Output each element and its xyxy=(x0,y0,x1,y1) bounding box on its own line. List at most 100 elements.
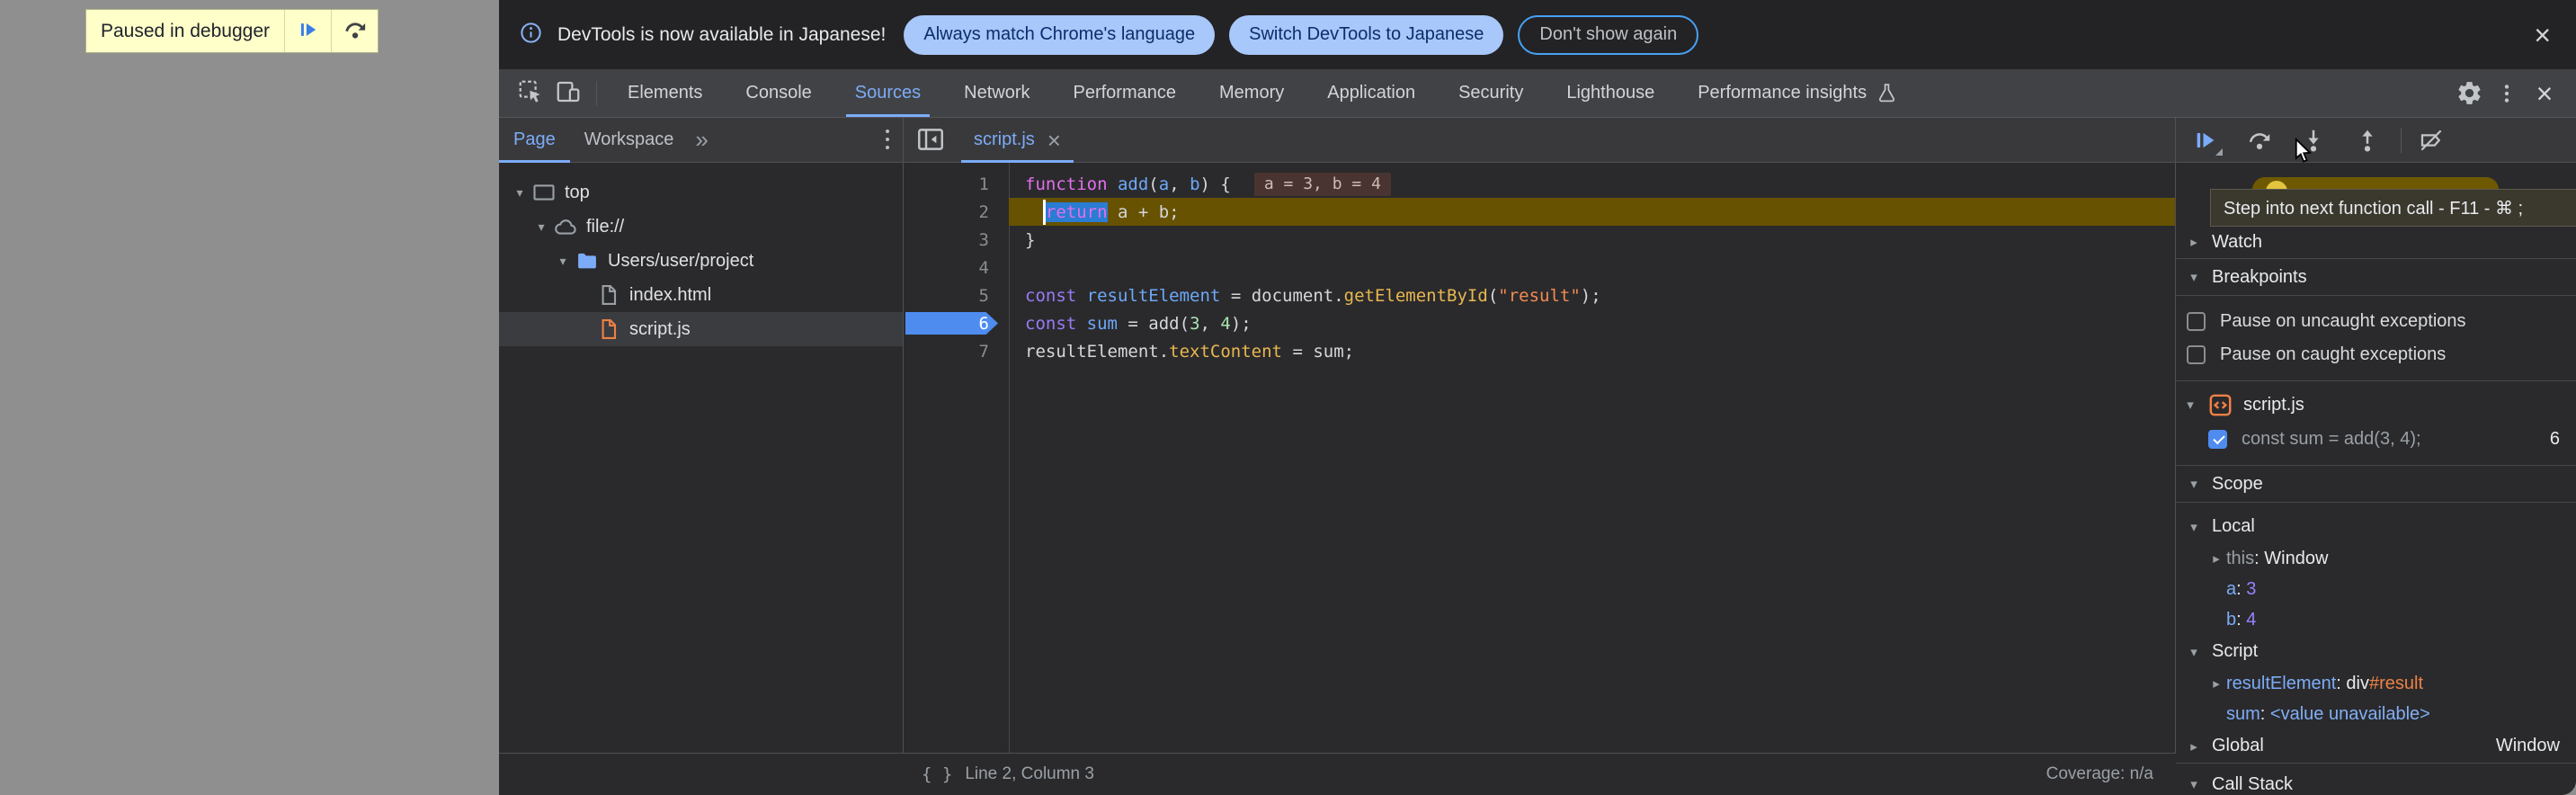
checkbox[interactable] xyxy=(2187,312,2206,331)
devtools-window: DevTools is now available in Japanese! A… xyxy=(499,0,2576,795)
tab-elements[interactable]: Elements xyxy=(619,69,711,117)
toggle-navigator-button[interactable] xyxy=(914,124,947,156)
scope-group-global[interactable]: ▸GlobalWindow xyxy=(2176,729,2576,763)
chevron-right-icon[interactable]: ▸ xyxy=(2206,675,2226,692)
colon: : xyxy=(2336,674,2346,694)
navigator-tab-page[interactable]: Page xyxy=(499,118,570,162)
line-number-gutter[interactable]: 1 xyxy=(904,170,1009,198)
chevron-right-icon: ▸ xyxy=(2187,738,2201,755)
code-line-content: const sum = add(3, 4); xyxy=(1009,309,2175,337)
tab-console[interactable]: Console xyxy=(736,69,820,117)
chevron-right-icon[interactable]: ▸ xyxy=(2206,550,2226,567)
tab-lighthouse[interactable]: Lighthouse xyxy=(1557,69,1663,117)
kebab-button[interactable] xyxy=(2488,76,2526,112)
tab-label: Memory xyxy=(1219,83,1284,103)
step-over-banner-button[interactable] xyxy=(331,10,378,52)
breakpoints-section-header[interactable]: ▾ Breakpoints xyxy=(2176,259,2576,296)
inspect-button[interactable] xyxy=(512,76,549,112)
code-token: ( xyxy=(1148,174,1158,194)
close-tab-icon[interactable]: × xyxy=(1047,129,1061,152)
chevron-down-icon[interactable]: ▾ xyxy=(553,254,573,269)
resume-script-button[interactable] xyxy=(2185,121,2226,160)
editor-status-bar: { } Line 2, Column 3 Coverage: n/a xyxy=(499,753,2176,795)
more-tabs-button[interactable]: » xyxy=(688,126,715,154)
code-token: = add( xyxy=(1118,314,1190,334)
paused-in-debugger-banner: Paused in debugger xyxy=(85,9,379,53)
tree-item-users-user-project[interactable]: ▾Users/user/project xyxy=(499,244,903,278)
scope-variable-resultElement[interactable]: ▸resultElement: div#result xyxy=(2176,668,2576,699)
breakpoint-file-name: script.js xyxy=(2243,395,2304,415)
inspect-icon xyxy=(517,78,544,108)
code-editor[interactable]: 1function add(a, b) {a = 3, b = 42 retur… xyxy=(904,163,2175,753)
line-number-gutter[interactable]: 5 xyxy=(904,281,1009,309)
tree-item-top[interactable]: ▾top xyxy=(499,175,903,210)
tab-application[interactable]: Application xyxy=(1318,69,1424,117)
scope-section-header[interactable]: ▾ Scope xyxy=(2176,465,2576,503)
code-line-5: 5const resultElement = document.getEleme… xyxy=(904,281,2175,309)
line-number: 1 xyxy=(979,174,989,194)
chevron-down-icon[interactable]: ▾ xyxy=(510,185,530,201)
code-token: textContent xyxy=(1169,342,1282,362)
close-button[interactable]: × xyxy=(2526,76,2563,112)
option-pause-on-caught-exceptions[interactable]: Pause on caught exceptions xyxy=(2176,338,2576,371)
code-line-6: 6const sum = add(3, 4); xyxy=(904,309,2175,337)
notification-bar: DevTools is now available in Japanese! A… xyxy=(499,0,2576,69)
option-pause-on-uncaught-exceptions[interactable]: Pause on uncaught exceptions xyxy=(2176,305,2576,338)
notification-button-0[interactable]: Always match Chrome's language xyxy=(904,15,1215,55)
call-stack-section-header[interactable]: ▾ Call Stack xyxy=(2176,763,2576,795)
code-token: resultElement. xyxy=(1025,342,1169,362)
tab-network[interactable]: Network xyxy=(955,69,1038,117)
tab-memory[interactable]: Memory xyxy=(1210,69,1293,117)
line-number-gutter[interactable]: 4 xyxy=(904,254,1009,281)
resume-script-banner-button[interactable] xyxy=(284,10,331,52)
scope-variable-this[interactable]: ▸this: Window xyxy=(2176,543,2576,574)
notification-close-button[interactable]: × xyxy=(2528,20,2556,50)
line-number-gutter[interactable]: 3 xyxy=(904,226,1009,254)
scope-variable-a[interactable]: a: 3 xyxy=(2176,574,2576,604)
main-toolbar: Elements Console Sources Network Performance… xyxy=(499,69,2576,118)
breakpoint-entries: const sum = add(3, 4);6 xyxy=(2176,423,2576,456)
breakpoint-marker[interactable]: 6 xyxy=(904,309,1009,337)
scope-group-script[interactable]: ▾Script xyxy=(2176,635,2576,668)
line-number-gutter[interactable]: 2 xyxy=(904,198,1009,226)
checkbox[interactable] xyxy=(2187,345,2206,364)
mouse-cursor-icon xyxy=(2291,138,2315,170)
tree-item-index-html[interactable]: index.html xyxy=(499,278,903,312)
checkbox[interactable] xyxy=(2208,430,2227,449)
tab-performance-insights[interactable]: Performance insights xyxy=(1689,69,1907,117)
scope-variable-sum[interactable]: sum: <value unavailable> xyxy=(2176,699,2576,729)
info-icon xyxy=(519,21,543,49)
tree-item-file-[interactable]: ▾file:// xyxy=(499,210,903,244)
breakpoint-entry[interactable]: const sum = add(3, 4);6 xyxy=(2176,423,2576,456)
step-over-button[interactable] xyxy=(2239,121,2280,160)
tree-item-script-js[interactable]: script.js xyxy=(499,312,903,346)
tab-label: Lighthouse xyxy=(1566,83,1654,103)
pretty-print-icon[interactable]: { } xyxy=(922,764,952,784)
chevron-right-icon: ▸ xyxy=(2187,234,2201,250)
editor-tab-scriptjs[interactable]: script.js × xyxy=(961,118,1074,162)
notification-button-1[interactable]: Switch DevTools to Japanese xyxy=(1229,15,1503,55)
scope-variable-b[interactable]: b: 4 xyxy=(2176,604,2576,635)
code-token: } xyxy=(1025,230,1035,250)
tab-sources[interactable]: Sources xyxy=(846,69,930,117)
navigator-tab-workspace[interactable]: Workspace xyxy=(570,118,689,162)
devices-button[interactable] xyxy=(549,76,587,112)
deactivate-breakpoints-icon xyxy=(2418,127,2445,154)
navigator-menu-kebab-icon[interactable] xyxy=(885,130,890,151)
tab-performance[interactable]: Performance xyxy=(1065,69,1186,117)
notification-button-2[interactable]: Don't show again xyxy=(1518,15,1698,55)
code-line-3: 3} xyxy=(904,226,2175,254)
line-number: 4 xyxy=(979,258,989,278)
watch-section-header[interactable]: ▸ Watch xyxy=(2176,226,2576,259)
gear-button[interactable] xyxy=(2450,76,2488,112)
line-number-gutter[interactable]: 7 xyxy=(904,337,1009,365)
script-file-badge-icon xyxy=(2208,393,2233,417)
paused-token: return xyxy=(1046,202,1108,222)
deactivate-breakpoints-button[interactable] xyxy=(2411,121,2452,160)
step-out-button[interactable] xyxy=(2347,121,2388,160)
variable-name: resultElement xyxy=(2226,674,2336,694)
tab-security[interactable]: Security xyxy=(1449,69,1532,117)
chevron-down-icon[interactable]: ▾ xyxy=(531,219,551,235)
scope-group-local[interactable]: ▾Local xyxy=(2176,510,2576,543)
breakpoint-file-group[interactable]: ▾ script.js xyxy=(2176,381,2576,423)
